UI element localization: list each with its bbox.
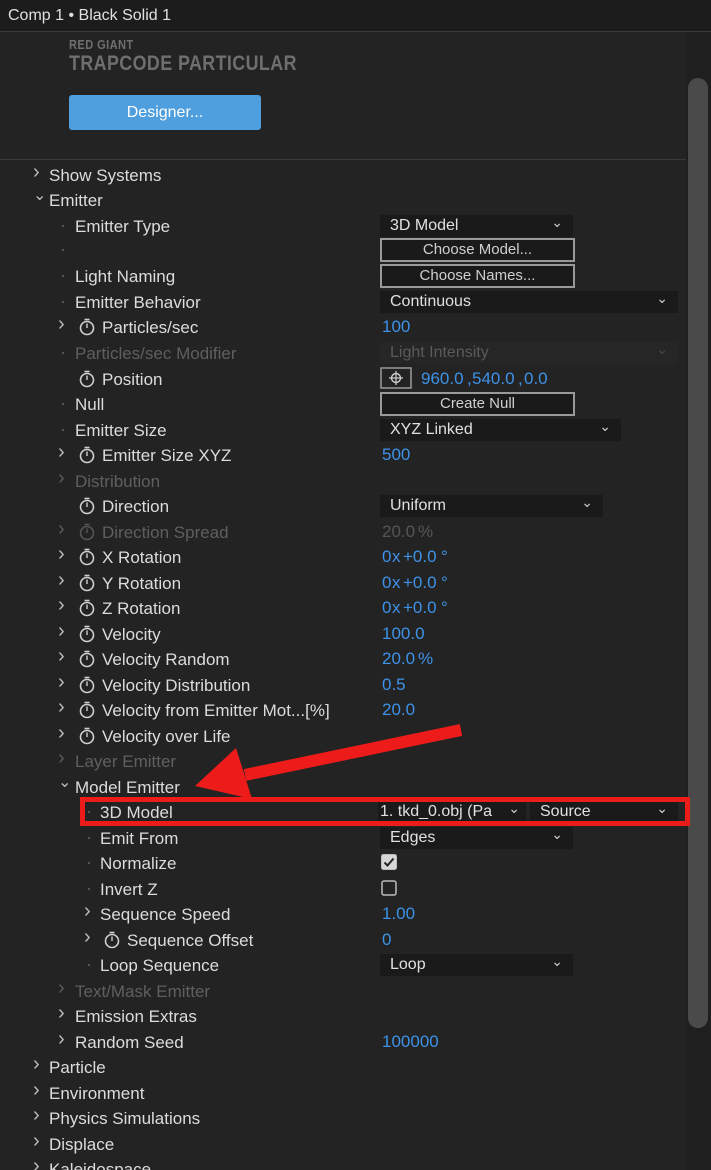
annotation-arrow-icon [195,724,463,799]
